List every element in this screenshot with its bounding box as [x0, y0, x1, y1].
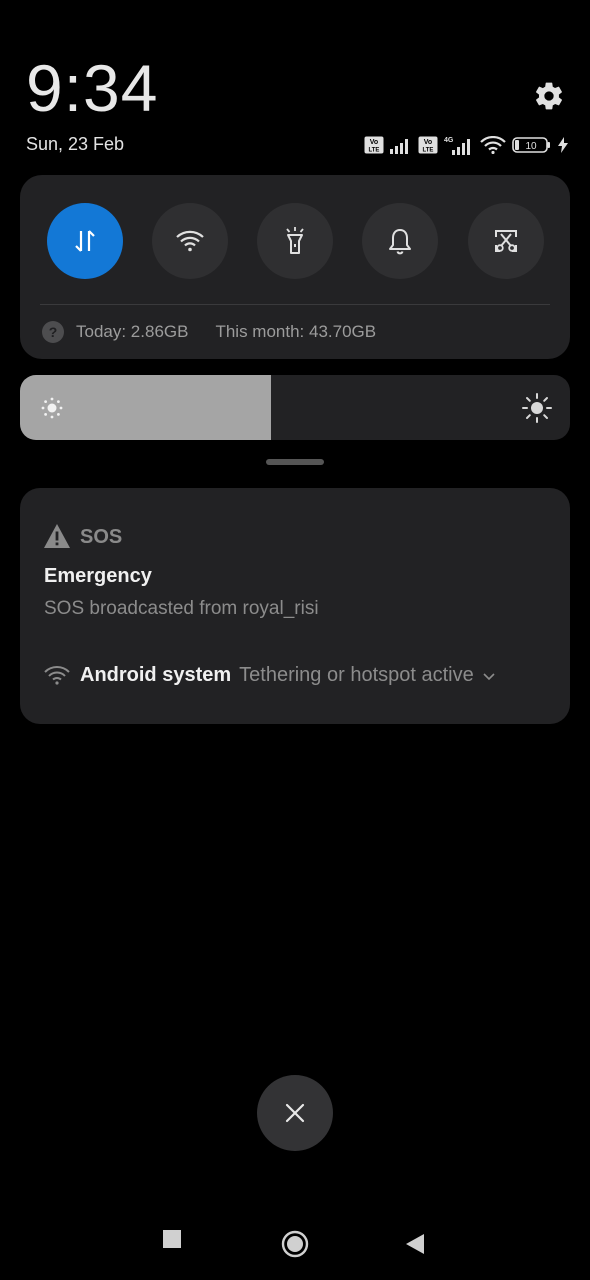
- quick-settings-panel: ? Today: 2.86GB This month: 43.70GB: [20, 175, 570, 359]
- svg-text:4G: 4G: [444, 137, 454, 144]
- data-transfer-icon: [75, 230, 95, 252]
- drag-handle[interactable]: [266, 459, 324, 465]
- question-icon: ?: [42, 321, 64, 343]
- home-circle-icon: [281, 1230, 309, 1258]
- wifi-icon: [176, 230, 204, 252]
- home-button[interactable]: [281, 1230, 309, 1263]
- data-month: This month: 43.70GB: [215, 322, 377, 341]
- chevron-down-icon[interactable]: [482, 671, 496, 681]
- close-icon: [285, 1103, 305, 1123]
- notification-title: Emergency: [44, 565, 152, 587]
- date: Sun, 23 Feb: [26, 134, 125, 154]
- volte-sim2-icon: Vo LTE: [418, 136, 438, 154]
- recents-square-icon: [163, 1230, 181, 1248]
- data-usage-row[interactable]: ? Today: 2.86GB This month: 43.70GB: [42, 320, 376, 344]
- hotspot-icon: [44, 665, 70, 685]
- scissors-screenshot-icon: [495, 230, 517, 252]
- status-bar-icons: Vo LTE Vo LTE 4G 10: [364, 134, 568, 156]
- wifi-status-icon: [480, 136, 506, 154]
- svg-text:10: 10: [525, 141, 537, 152]
- data-today: Today: 2.86GB: [76, 322, 189, 341]
- system-notification-text: Tethering or hotspot active: [239, 664, 474, 686]
- qs-divider: [40, 304, 550, 305]
- battery-icon: 10: [512, 137, 550, 153]
- settings-gear-icon[interactable]: [533, 80, 565, 112]
- notification-app-name: SOS: [80, 526, 123, 548]
- clock: 9:34: [26, 51, 159, 125]
- mobile-data-toggle[interactable]: [47, 203, 123, 279]
- svg-text:LTE: LTE: [423, 148, 434, 154]
- svg-text:Vo: Vo: [370, 139, 378, 146]
- brightness-low-icon: [41, 397, 63, 419]
- sound-toggle[interactable]: [362, 203, 438, 279]
- clear-all-button[interactable]: [257, 1075, 333, 1151]
- flashlight-icon: [286, 227, 304, 254]
- screenshot-toggle[interactable]: [468, 203, 544, 279]
- recents-button[interactable]: [163, 1230, 181, 1253]
- back-button[interactable]: [405, 1233, 425, 1260]
- back-triangle-icon: [406, 1234, 424, 1254]
- svg-text:LTE: LTE: [369, 148, 380, 154]
- signal-4g-icon: 4G: [444, 137, 470, 155]
- system-notification-row[interactable]: Android system Tethering or hotspot acti…: [44, 664, 496, 687]
- notification-body: SOS broadcasted from royal_risi: [44, 598, 319, 619]
- bell-icon: [389, 229, 411, 255]
- volte-sim1-icon: Vo LTE: [364, 136, 384, 154]
- flashlight-toggle[interactable]: [257, 203, 333, 279]
- notification-card[interactable]: SOS Emergency SOS broadcasted from royal…: [20, 488, 570, 724]
- svg-text:Vo: Vo: [424, 139, 432, 146]
- wifi-toggle[interactable]: [152, 203, 228, 279]
- brightness-slider[interactable]: [20, 375, 570, 440]
- system-app-name: Android system: [80, 664, 232, 686]
- brightness-high-icon: [522, 393, 552, 423]
- warning-icon: [44, 524, 70, 548]
- charging-bolt-icon: [558, 137, 568, 153]
- signal-sim1-icon: [390, 139, 408, 154]
